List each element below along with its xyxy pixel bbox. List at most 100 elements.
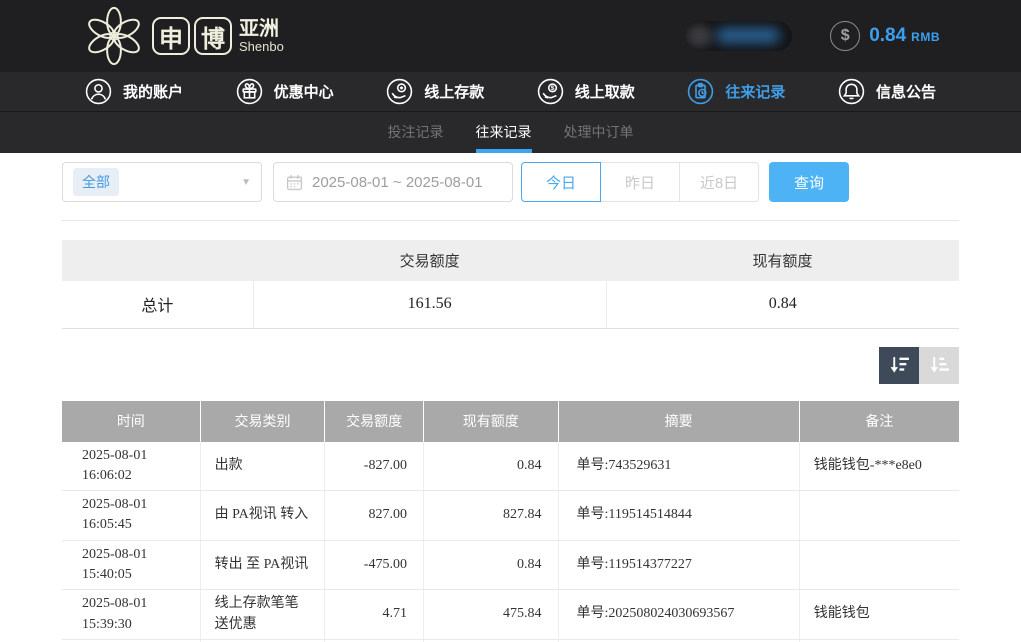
col-header-type: 交易类别 <box>200 401 325 442</box>
cell-summary: 单号:119514377227 <box>558 540 799 590</box>
lotus-logo-icon <box>84 6 144 66</box>
cell-amount: -475.00 <box>325 540 424 590</box>
last-8-days-button[interactable]: 近8日 <box>679 162 759 202</box>
deposit-icon <box>386 78 413 105</box>
col-header-amount: 交易额度 <box>325 401 424 442</box>
bell-icon <box>838 78 865 105</box>
calendar-icon <box>286 174 303 191</box>
summary-current-total: 0.84 <box>606 281 959 328</box>
withdraw-icon: $ <box>537 78 564 105</box>
col-header-remark: 备注 <box>799 401 959 442</box>
type-filter-select[interactable]: 全部 ▼ <box>62 162 262 202</box>
cell-type: 转出 至 PA视讯 <box>200 540 325 590</box>
nav-item-transaction-records[interactable]: 往来记录 <box>687 78 785 105</box>
nav-item-label: 我的账户 <box>123 81 183 102</box>
nav-item-label: 信息公告 <box>876 81 936 102</box>
cell-remark: 钱能钱包 <box>799 590 959 640</box>
cell-type: 出款 <box>200 442 325 491</box>
chevron-down-icon: ▼ <box>241 177 251 188</box>
cell-remark <box>799 491 959 541</box>
table-row: 2025-08-01 15:40:05 转出 至 PA视讯 -475.00 0.… <box>62 540 959 590</box>
balance-amount: 0.84 <box>869 25 906 47</box>
summary-table: 交易额度 现有额度 总计 161.56 0.84 <box>62 240 959 329</box>
cell-amount: -827.00 <box>325 442 424 491</box>
quick-date-group: 今日 昨日 近8日 <box>521 162 759 202</box>
cell-balance: 0.84 <box>423 442 558 491</box>
cell-time: 2025-08-01 16:06:02 <box>62 442 200 491</box>
cell-balance: 827.84 <box>423 491 558 541</box>
gift-icon <box>236 78 263 105</box>
date-range-value: 2025-08-01 ~ 2025-08-01 <box>312 174 483 191</box>
logo-subtitle: Shenbo <box>239 39 284 54</box>
logo-char-shen: 申 <box>152 17 190 55</box>
query-button[interactable]: 查询 <box>769 162 849 202</box>
cell-time: 2025-08-01 16:05:45 <box>62 491 200 541</box>
logo-region: 亚洲 <box>239 19 284 39</box>
cell-balance: 475.84 <box>423 590 558 640</box>
cell-type: 由 PA视讯 转入 <box>200 491 325 541</box>
svg-text:$: $ <box>550 85 554 92</box>
col-header-time: 时间 <box>62 401 200 442</box>
section-divider <box>62 220 959 221</box>
transactions-table: 时间 交易类别 交易额度 现有额度 摘要 备注 2025-08-01 16:06… <box>62 401 959 642</box>
logo-text: 亚洲 Shenbo <box>239 19 284 54</box>
summary-total-row: 总计 161.56 0.84 <box>62 281 959 328</box>
cell-summary: 单号:202508024030693567 <box>558 590 799 640</box>
sort-descending-button[interactable] <box>879 347 919 384</box>
tab-betting-records[interactable]: 投注记录 <box>388 112 444 153</box>
table-row: 2025-08-01 15:39:30 线上存款笔笔送优惠 4.71 475.8… <box>62 590 959 640</box>
nav-item-announcements[interactable]: 信息公告 <box>838 78 936 105</box>
cell-time: 2025-08-01 15:39:30 <box>62 590 200 640</box>
type-filter-tag: 全部 <box>73 168 119 196</box>
summary-header-empty <box>62 240 253 281</box>
balance-display: 0.84 RMB <box>869 25 940 47</box>
cell-remark <box>799 540 959 590</box>
summary-transaction-total: 161.56 <box>253 281 606 328</box>
user-icon <box>85 78 112 105</box>
record-tabs: 投注记录 往来记录 处理中订单 <box>0 112 1021 153</box>
nav-item-label: 往来记录 <box>725 81 785 102</box>
date-range-input[interactable]: 2025-08-01 ~ 2025-08-01 <box>273 162 513 202</box>
account-area: $ 0.84 RMB <box>684 21 940 51</box>
nav-item-label: 线上取款 <box>575 81 635 102</box>
cell-amount: 4.71 <box>325 590 424 640</box>
cell-summary: 单号:743529631 <box>558 442 799 491</box>
cell-amount: 827.00 <box>325 491 424 541</box>
nav-item-withdrawal[interactable]: $ 线上取款 <box>537 78 635 105</box>
tab-transaction-records[interactable]: 往来记录 <box>476 112 532 153</box>
records-icon <box>687 78 714 105</box>
table-row: 2025-08-01 16:05:45 由 PA视讯 转入 827.00 827… <box>62 491 959 541</box>
main-nav: 我的账户 优惠中心 线上存款 <box>0 72 1021 112</box>
summary-total-label: 总计 <box>62 281 253 328</box>
nav-item-deposit[interactable]: 线上存款 <box>386 78 484 105</box>
summary-header-row: 交易额度 现有额度 <box>62 240 959 281</box>
avatar <box>686 24 712 48</box>
col-header-summary: 摘要 <box>558 401 799 442</box>
col-header-balance: 现有额度 <box>423 401 558 442</box>
nav-item-promotions[interactable]: 优惠中心 <box>236 78 334 105</box>
cell-remark: 钱能钱包-***e8e0 <box>799 442 959 491</box>
brand-logo[interactable]: 申 博 亚洲 Shenbo <box>84 6 284 66</box>
filter-row: 全部 ▼ 2025-08-01 ~ 2025-08-01 今日 昨日 近8日 查… <box>62 162 959 202</box>
dollar-circle-icon: $ <box>830 21 860 51</box>
tab-processing-orders[interactable]: 处理中订单 <box>564 112 634 153</box>
sort-desc-icon <box>889 356 910 374</box>
logo-char-bo: 博 <box>194 17 232 55</box>
masked-username[interactable] <box>684 21 792 51</box>
page-content: 全部 ▼ 2025-08-01 ~ 2025-08-01 今日 昨日 近8日 查… <box>0 162 1021 642</box>
summary-header-transaction: 交易额度 <box>253 240 606 281</box>
table-header-row: 时间 交易类别 交易额度 现有额度 摘要 备注 <box>62 401 959 442</box>
sort-ascending-button[interactable] <box>919 347 959 384</box>
top-header: 申 博 亚洲 Shenbo $ 0.84 RMB <box>0 0 1021 72</box>
today-button[interactable]: 今日 <box>521 162 601 202</box>
nav-item-my-account[interactable]: 我的账户 <box>85 78 183 105</box>
cell-time: 2025-08-01 15:40:05 <box>62 540 200 590</box>
nav-item-label: 线上存款 <box>424 81 484 102</box>
cell-summary: 单号:119514514844 <box>558 491 799 541</box>
cell-type: 线上存款笔笔送优惠 <box>200 590 325 640</box>
yesterday-button[interactable]: 昨日 <box>600 162 680 202</box>
masked-username-text <box>716 28 780 43</box>
nav-item-label: 优惠中心 <box>274 81 334 102</box>
summary-header-current: 现有额度 <box>606 240 959 281</box>
cell-balance: 0.84 <box>423 540 558 590</box>
